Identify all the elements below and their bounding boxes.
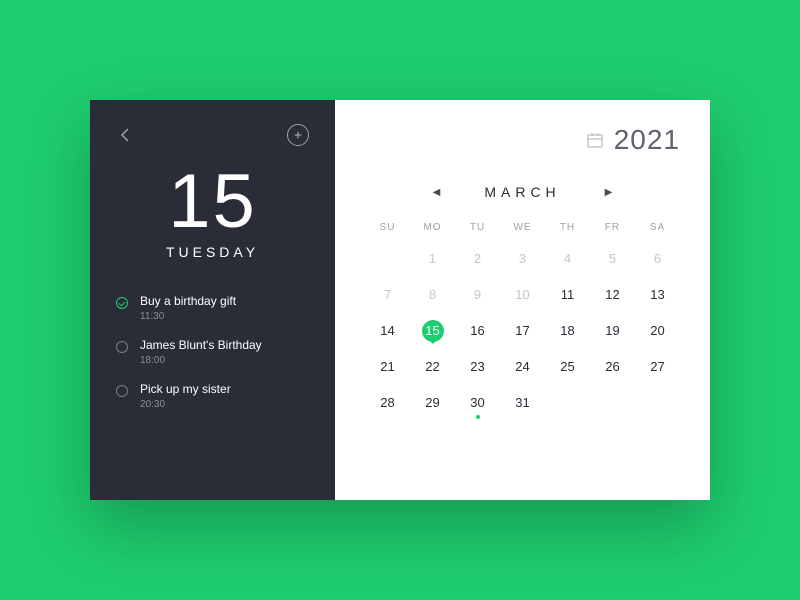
- task-title: Buy a birthday gift: [140, 294, 236, 308]
- calendar-day[interactable]: 3: [500, 249, 545, 269]
- calendar-day[interactable]: 5: [590, 249, 635, 269]
- calendar-day[interactable]: 16: [455, 321, 500, 341]
- calendar-grid: SUMOTUWETHFRSA12345678910111213141516171…: [365, 222, 680, 413]
- calendar-day[interactable]: 2: [455, 249, 500, 269]
- calendar-day[interactable]: 14: [365, 321, 410, 341]
- month-label: MARCH: [484, 184, 560, 200]
- calendar-day[interactable]: 15: [410, 321, 455, 341]
- weekday-header: SU: [365, 222, 410, 233]
- weekday-header: TU: [455, 222, 500, 233]
- calendar-day[interactable]: 18: [545, 321, 590, 341]
- calendar-day[interactable]: 25: [545, 357, 590, 377]
- task-time: 20:30: [140, 399, 231, 410]
- calendar-day[interactable]: 31: [500, 393, 545, 413]
- calendar-day[interactable]: 26: [590, 357, 635, 377]
- circle-icon[interactable]: [116, 341, 128, 353]
- selected-date: 15 TUESDAY: [116, 164, 309, 260]
- calendar-card: 15 TUESDAY Buy a birthday gift11:30James…: [90, 100, 710, 500]
- task-item[interactable]: Buy a birthday gift 11:30: [116, 294, 309, 322]
- month-panel: 2021 ◀ MARCH ▶ SUMOTUWETHFRSA12345678910…: [335, 100, 710, 500]
- calendar-day[interactable]: 21: [365, 357, 410, 377]
- task-list: Buy a birthday gift 11:30 James Blunt's Bi…: [116, 294, 309, 410]
- calendar-day[interactable]: 13: [635, 285, 680, 305]
- calendar-day[interactable]: 12: [590, 285, 635, 305]
- task-title: Pick up my sister: [140, 382, 231, 396]
- calendar-icon: [586, 131, 604, 149]
- circle-icon[interactable]: [116, 385, 128, 397]
- back-button[interactable]: [116, 126, 134, 144]
- calendar-day[interactable]: 20: [635, 321, 680, 341]
- calendar-day[interactable]: 9: [455, 285, 500, 305]
- calendar-day[interactable]: 29: [410, 393, 455, 413]
- day-panel: 15 TUESDAY Buy a birthday gift 11:30 James…: [90, 100, 335, 500]
- weekday-label: TUESDAY: [116, 244, 309, 260]
- calendar-day[interactable]: 19: [590, 321, 635, 341]
- calendar-day[interactable]: 17: [500, 321, 545, 341]
- year-label[interactable]: 2021: [614, 124, 680, 156]
- add-event-button[interactable]: [287, 124, 309, 146]
- calendar-day[interactable]: 22: [410, 357, 455, 377]
- calendar-day[interactable]: 23: [455, 357, 500, 377]
- task-time: 18:00: [140, 355, 262, 366]
- calendar-day[interactable]: 11: [545, 285, 590, 305]
- prev-month-button[interactable]: ◀: [433, 187, 441, 198]
- weekday-header: SA: [635, 222, 680, 233]
- calendar-day[interactable]: 27: [635, 357, 680, 377]
- weekday-header: FR: [590, 222, 635, 233]
- check-circle-icon[interactable]: [116, 297, 128, 309]
- day-number: 15: [116, 164, 309, 240]
- calendar-day[interactable]: 6: [635, 249, 680, 269]
- next-month-button[interactable]: ▶: [605, 187, 613, 198]
- calendar-day[interactable]: 24: [500, 357, 545, 377]
- calendar-day[interactable]: 8: [410, 285, 455, 305]
- calendar-day[interactable]: 30: [455, 393, 500, 413]
- task-title: James Blunt's Birthday: [140, 338, 262, 352]
- calendar-day[interactable]: 1: [410, 249, 455, 269]
- task-item[interactable]: James Blunt's Birthday 18:00: [116, 338, 309, 366]
- task-time: 11:30: [140, 311, 236, 322]
- calendar-day[interactable]: 7: [365, 285, 410, 305]
- calendar-day[interactable]: 4: [545, 249, 590, 269]
- weekday-header: MO: [410, 222, 455, 233]
- task-item[interactable]: Pick up my sister 20:30: [116, 382, 309, 410]
- weekday-header: TH: [545, 222, 590, 233]
- calendar-day[interactable]: 28: [365, 393, 410, 413]
- weekday-header: WE: [500, 222, 545, 233]
- calendar-day[interactable]: 10: [500, 285, 545, 305]
